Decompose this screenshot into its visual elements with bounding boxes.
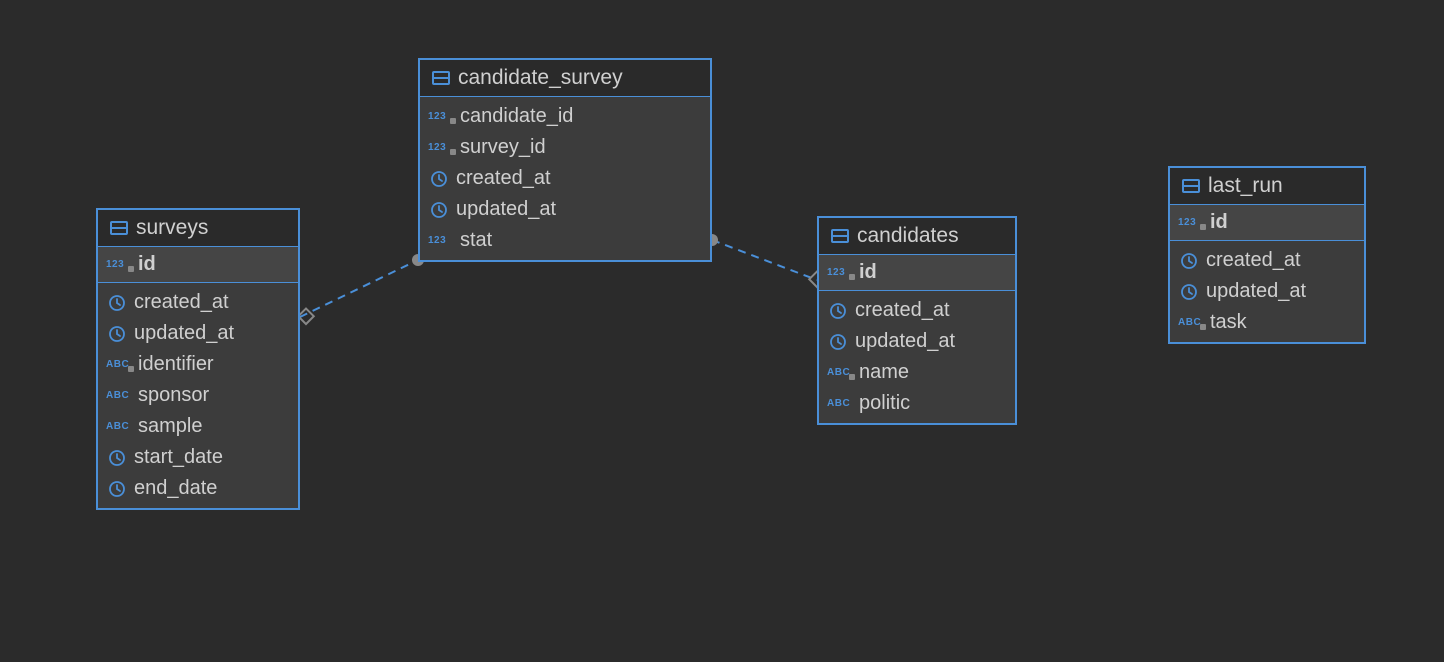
column-name: created_at (1206, 249, 1301, 272)
column-name: name (859, 361, 909, 384)
clock-icon (428, 201, 450, 219)
column-created-at[interactable]: created_at (819, 295, 1015, 326)
column-updated-at[interactable]: updated_at (1170, 276, 1364, 307)
table-candidates[interactable]: candidates 123 id created_at updated_at … (817, 216, 1017, 425)
column-name[interactable]: ABC name (819, 357, 1015, 388)
column-name: updated_at (456, 198, 556, 221)
column-name: survey_id (460, 136, 546, 159)
table-icon (1180, 177, 1202, 195)
table-icon (108, 219, 130, 237)
column-updated-at[interactable]: updated_at (420, 194, 710, 225)
column-name: end_date (134, 477, 217, 500)
column-created-at[interactable]: created_at (420, 163, 710, 194)
column-name: start_date (134, 446, 223, 469)
clock-icon (1178, 283, 1200, 301)
numeric-key-icon: 123 (106, 259, 132, 270)
column-pk-id[interactable]: 123 id (819, 255, 1015, 291)
clock-icon (106, 325, 128, 343)
column-updated-at[interactable]: updated_at (819, 326, 1015, 357)
column-name: id (1210, 211, 1228, 234)
column-name: stat (460, 229, 492, 252)
numeric-fk-icon: 123 (428, 111, 454, 122)
text-icon: ABC (106, 421, 132, 432)
column-created-at[interactable]: created_at (1170, 245, 1364, 276)
column-name: id (138, 253, 156, 276)
clock-icon (428, 170, 450, 188)
column-name: politic (859, 392, 910, 415)
column-list: created_at updated_at ABC task (1170, 241, 1364, 342)
table-header-candidates[interactable]: candidates (819, 218, 1015, 255)
text-key-icon: ABC (106, 359, 132, 370)
column-sponsor[interactable]: ABC sponsor (98, 380, 298, 411)
column-pk-id[interactable]: 123 id (98, 247, 298, 283)
column-identifier[interactable]: ABC identifier (98, 349, 298, 380)
clock-icon (106, 294, 128, 312)
clock-icon (1178, 252, 1200, 270)
table-title: surveys (136, 216, 208, 240)
column-list: created_at updated_at ABC name ABC polit… (819, 291, 1015, 423)
table-header-surveys[interactable]: surveys (98, 210, 298, 247)
column-candidate-id[interactable]: 123 candidate_id (420, 101, 710, 132)
column-name: created_at (855, 299, 950, 322)
table-candidate-survey[interactable]: candidate_survey 123 candidate_id 123 su… (418, 58, 712, 262)
column-pk-id[interactable]: 123 id (1170, 205, 1364, 241)
clock-icon (106, 449, 128, 467)
column-survey-id[interactable]: 123 survey_id (420, 132, 710, 163)
column-name: updated_at (855, 330, 955, 353)
clock-icon (106, 480, 128, 498)
column-name: identifier (138, 353, 214, 376)
numeric-key-icon: 123 (827, 267, 853, 278)
column-name: updated_at (1206, 280, 1306, 303)
column-created-at[interactable]: created_at (98, 287, 298, 318)
table-title: candidates (857, 224, 959, 248)
column-name: created_at (134, 291, 229, 314)
table-header-last-run[interactable]: last_run (1170, 168, 1364, 205)
column-name: updated_at (134, 322, 234, 345)
column-name: created_at (456, 167, 551, 190)
column-updated-at[interactable]: updated_at (98, 318, 298, 349)
column-name: sample (138, 415, 202, 438)
column-list: 123 candidate_id 123 survey_id created_a… (420, 97, 710, 260)
table-header-candidate-survey[interactable]: candidate_survey (420, 60, 710, 97)
table-icon (829, 227, 851, 245)
text-key-icon: ABC (1178, 317, 1204, 328)
column-sample[interactable]: ABC sample (98, 411, 298, 442)
text-icon: ABC (827, 398, 853, 409)
column-name: task (1210, 311, 1247, 334)
column-stat[interactable]: 123 stat (420, 225, 710, 256)
table-surveys[interactable]: surveys 123 id created_at updated_at ABC… (96, 208, 300, 510)
clock-icon (827, 333, 849, 351)
column-start-date[interactable]: start_date (98, 442, 298, 473)
text-key-icon: ABC (827, 367, 853, 378)
table-title: candidate_survey (458, 66, 623, 90)
numeric-key-icon: 123 (1178, 217, 1204, 228)
table-icon (430, 69, 452, 87)
column-politic[interactable]: ABC politic (819, 388, 1015, 419)
table-title: last_run (1208, 174, 1283, 198)
column-name: id (859, 261, 877, 284)
table-last-run[interactable]: last_run 123 id created_at updated_at AB… (1168, 166, 1366, 344)
text-icon: ABC (106, 390, 132, 401)
column-name: sponsor (138, 384, 209, 407)
column-task[interactable]: ABC task (1170, 307, 1364, 338)
numeric-icon: 123 (428, 235, 454, 246)
numeric-fk-icon: 123 (428, 142, 454, 153)
column-end-date[interactable]: end_date (98, 473, 298, 504)
column-list: created_at updated_at ABC identifier ABC… (98, 283, 298, 508)
column-name: candidate_id (460, 105, 573, 128)
clock-icon (827, 302, 849, 320)
